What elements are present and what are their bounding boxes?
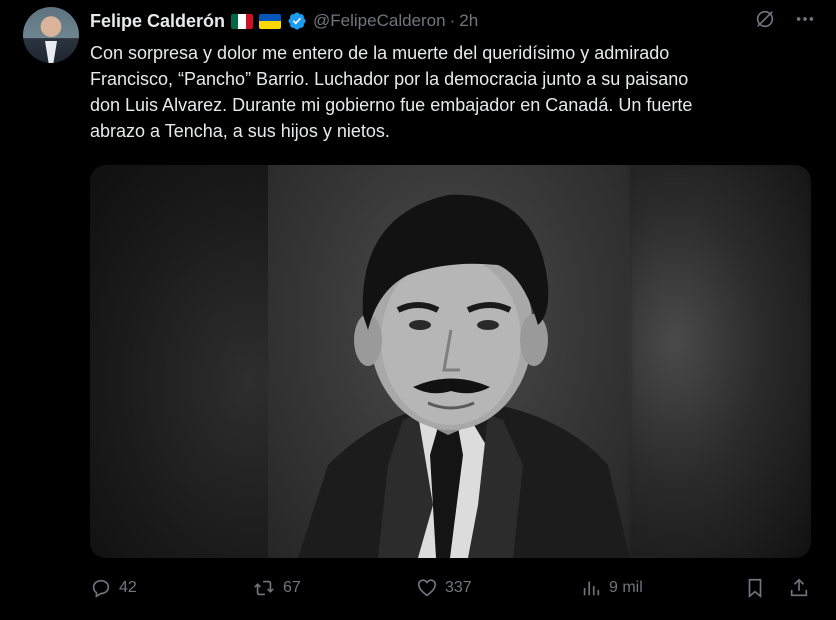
views-button[interactable]: 9 mil: [580, 577, 643, 599]
views-chart-icon: [583, 581, 600, 596]
tweet-time[interactable]: 2h: [459, 11, 478, 31]
mexico-flag-icon: [231, 13, 254, 29]
tweet-media[interactable]: [90, 165, 811, 558]
reply-icon: [92, 579, 110, 598]
media-blur-right: [630, 165, 811, 558]
avatar-shirt: [45, 41, 57, 63]
author-avatar[interactable]: [23, 7, 79, 63]
like-button[interactable]: 337: [416, 577, 472, 599]
like-count: 337: [445, 579, 472, 596]
repost-count: 67: [283, 579, 301, 596]
media-blur-left: [90, 165, 268, 558]
verified-badge-icon[interactable]: [287, 11, 307, 31]
tweet-text: Con sorpresa y dolor me entero de la mue…: [90, 43, 693, 141]
reply-count: 42: [119, 579, 137, 596]
share-button[interactable]: [788, 577, 810, 599]
tweet-header: Felipe Calderón @FelipeCalderon · 2h: [90, 8, 816, 34]
grok-icon[interactable]: [754, 8, 776, 30]
repost-button[interactable]: 67: [252, 577, 301, 599]
author-handle[interactable]: @FelipeCalderon: [313, 11, 446, 31]
bookmark-button[interactable]: [744, 577, 766, 599]
separator-dot: ·: [449, 11, 456, 30]
repost-icon: [254, 580, 274, 596]
portrait-photo: [298, 194, 630, 558]
engagement-bar: 42 67 337 9 mil: [90, 568, 815, 608]
bookmark-icon: [748, 578, 762, 599]
ukraine-flag-icon: [259, 13, 282, 29]
reply-button[interactable]: 42: [90, 577, 137, 599]
view-count: 9 mil: [609, 579, 643, 596]
share-icon: [790, 578, 808, 597]
heart-icon: [417, 579, 437, 597]
author-display-name[interactable]: Felipe Calderón: [90, 11, 225, 32]
more-icon[interactable]: [794, 8, 816, 30]
